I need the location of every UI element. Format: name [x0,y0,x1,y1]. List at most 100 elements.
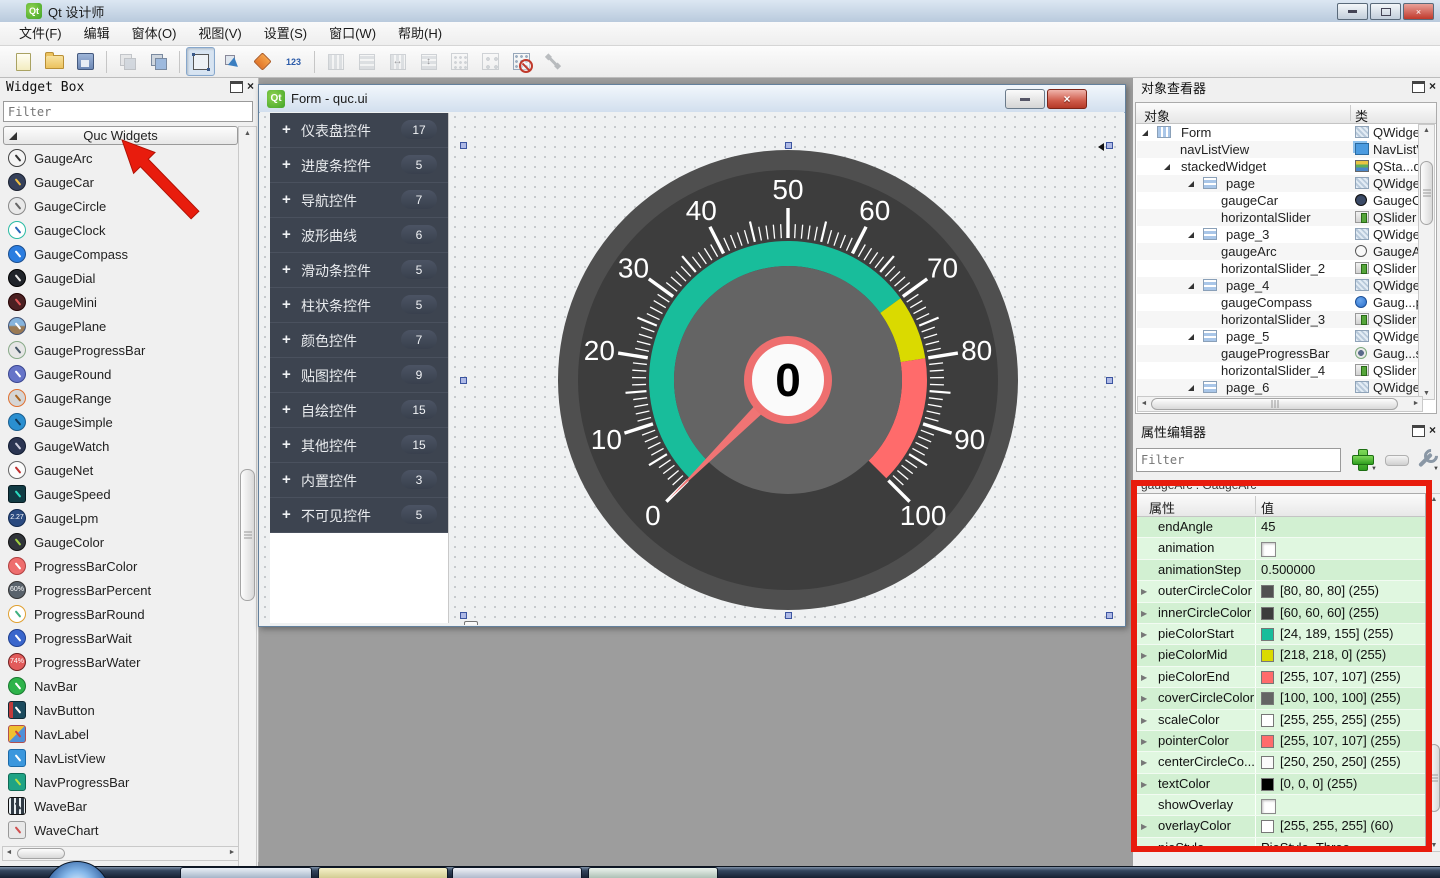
taskbar-app-button[interactable] [318,867,448,878]
tree-row-gaugeArc[interactable]: gaugeArcGaugeAr [1137,243,1421,260]
widget-item-GaugeColor[interactable]: GaugeColor [0,530,236,554]
scroll-left-icon[interactable]: ◄ [1140,400,1148,407]
menu-item-6[interactable]: 帮助(H) [387,22,453,45]
close-panel-icon[interactable]: × [1429,81,1436,93]
nav-item-10[interactable]: +内置控件3 [270,463,448,498]
nav-item-2[interactable]: +导航控件7 [270,183,448,218]
expand-arrow-icon[interactable]: ▶ [1141,587,1147,596]
taskbar-app-button[interactable] [588,867,718,878]
layout-vertical-splitter-button[interactable]: ↕ [414,47,443,76]
scroll-right-icon[interactable]: ► [228,849,236,856]
property-table-header[interactable]: 属性 值 [1137,494,1425,517]
taskbar-app-button[interactable] [180,867,312,878]
menu-item-0[interactable]: 文件(F) [8,22,73,45]
scrollbar-thumb[interactable] [1420,161,1433,225]
tree-hscrollbar[interactable]: ◄ ► [1137,396,1423,412]
widget-item-GaugeRange[interactable]: GaugeRange [0,386,236,410]
expand-arrow-icon[interactable] [1164,164,1170,170]
widget-item-NavListView[interactable]: NavListView [0,746,236,770]
property-row-pieStyle[interactable]: pieStylePieStyle_Three [1137,838,1425,850]
expand-arrow-icon[interactable]: ▶ [1141,822,1147,831]
minimize-button[interactable] [1337,3,1368,20]
layout-horizontal-button[interactable] [352,47,381,76]
new-file-button[interactable] [9,47,38,76]
property-row-pieColorEnd[interactable]: ▶pieColorEnd[255, 107, 107] (255) [1137,667,1425,688]
menu-item-5[interactable]: 窗口(W) [318,22,387,45]
tree-row-page_6[interactable]: page_6QWidge [1137,379,1421,396]
form-close-button[interactable]: × [1047,89,1087,109]
expand-arrow-icon[interactable]: ▶ [1141,780,1147,789]
float-panel-icon[interactable] [1412,425,1425,437]
tree-header[interactable]: 对象 类 [1136,103,1436,124]
form-canvas[interactable]: +仪表盘控件17+进度条控件5+导航控件7+波形曲线6+滑动条控件5+柱状条控件… [260,112,1124,625]
scrollbar-thumb[interactable] [17,848,65,859]
checkbox[interactable] [1261,799,1276,814]
widget-item-WaveChart[interactable]: WaveChart [0,818,236,842]
tree-row-page_3[interactable]: page_3QWidge [1137,226,1421,243]
widget-item-GaugeCompass[interactable]: GaugeCompass [0,242,236,266]
widget-item-GaugeNet[interactable]: GaugeNet [0,458,236,482]
widget-item-GaugeProgressBar[interactable]: GaugeProgressBar [0,338,236,362]
edit-tab-order-button[interactable]: 123 [279,47,308,76]
nav-item-9[interactable]: +其他控件15 [270,428,448,463]
expand-arrow-icon[interactable]: ▶ [1141,716,1147,725]
scroll-right-icon[interactable]: ► [1412,400,1420,407]
scrollbar-thumb[interactable] [240,469,255,601]
float-panel-icon[interactable] [1412,81,1425,93]
property-row-pointerColor[interactable]: ▶pointerColor[255, 107, 107] (255) [1137,731,1425,752]
start-button[interactable] [44,861,110,878]
widget-item-GaugeDial[interactable]: GaugeDial [0,266,236,290]
tree-row-horizontalSlider[interactable]: horizontalSliderQSlider [1137,209,1421,226]
edit-buddies-button[interactable] [248,47,277,76]
taskbar-app-button[interactable] [452,867,582,878]
horizontal-slider-widget[interactable] [464,621,1124,625]
property-row-animation[interactable]: animation [1137,538,1425,559]
widget-list-hscrollbar[interactable]: ◄ ► [2,846,239,861]
widget-item-NavLabel[interactable]: NavLabel [0,722,236,746]
widget-item-NavProgressBar[interactable]: NavProgressBar [0,770,236,794]
selection-handle[interactable] [1106,142,1113,149]
tree-vscrollbar[interactable]: ▲ ▼ [1418,124,1435,400]
selection-handle[interactable] [460,142,467,149]
property-row-innerCircleColor[interactable]: ▶innerCircleColor[60, 60, 60] (255) [1137,603,1425,624]
layout-horizontal-splitter-button[interactable]: ↔ [383,47,412,76]
adjust-size-button[interactable] [538,47,567,76]
expand-arrow-icon[interactable] [1188,181,1194,187]
form-minimize-button[interactable] [1005,89,1045,109]
property-row-overlayColor[interactable]: ▶overlayColor[255, 255, 255] (60) [1137,816,1425,837]
widget-item-ProgressBarRound[interactable]: ProgressBarRound [0,602,236,626]
menu-item-2[interactable]: 窗体(O) [121,22,188,45]
bring-to-front-button[interactable] [113,47,142,76]
selection-handle[interactable] [460,377,467,384]
widget-item-GaugeCircle[interactable]: GaugeCircle [0,194,236,218]
property-row-endAngle[interactable]: endAngle45 [1137,517,1425,538]
nav-item-0[interactable]: +仪表盘控件17 [270,113,448,148]
section-quc-widgets[interactable]: Quc Widgets [3,126,238,145]
nav-item-5[interactable]: +柱状条控件5 [270,288,448,323]
widget-item-NavBar[interactable]: NavBar [0,674,236,698]
widget-item-GaugeSpeed[interactable]: GaugeSpeed [0,482,236,506]
expand-arrow-icon[interactable]: ▶ [1141,737,1147,746]
widget-item-GaugeRound[interactable]: GaugeRound [0,362,236,386]
tree-row-gaugeCar[interactable]: gaugeCarGaugeCa [1137,192,1421,209]
scroll-up-icon[interactable]: ▲ [1427,496,1440,503]
widget-item-ProgressBarWater[interactable]: 74%ProgressBarWater [0,650,236,674]
dropdown-arrow-icon[interactable]: ▼ [1433,466,1439,472]
widget-item-GaugeWatch[interactable]: GaugeWatch [0,434,236,458]
scroll-left-icon[interactable]: ◄ [5,849,13,856]
widget-item-GaugeMini[interactable]: GaugeMini [0,290,236,314]
col-value-header[interactable]: 值 [1261,498,1274,517]
nav-item-4[interactable]: +滑动条控件5 [270,253,448,288]
widget-list-scrollbar[interactable]: ▲ ▼ [238,126,257,878]
widget-item-ProgressBarColor[interactable]: ProgressBarColor [0,554,236,578]
menu-item-4[interactable]: 设置(S) [253,22,318,45]
scroll-up-icon[interactable]: ▲ [239,130,256,137]
col-object-header[interactable]: 对象 [1144,106,1170,125]
selection-handle[interactable] [785,612,792,619]
expand-arrow-icon[interactable] [1188,283,1194,289]
expand-arrow-icon[interactable] [1188,334,1194,340]
nav-item-8[interactable]: +自绘控件15 [270,393,448,428]
property-row-outerCircleColor[interactable]: ▶outerCircleColor[80, 80, 80] (255) [1137,581,1425,602]
col-class-header[interactable]: 类 [1355,106,1368,125]
layout-form-button[interactable] [476,47,505,76]
